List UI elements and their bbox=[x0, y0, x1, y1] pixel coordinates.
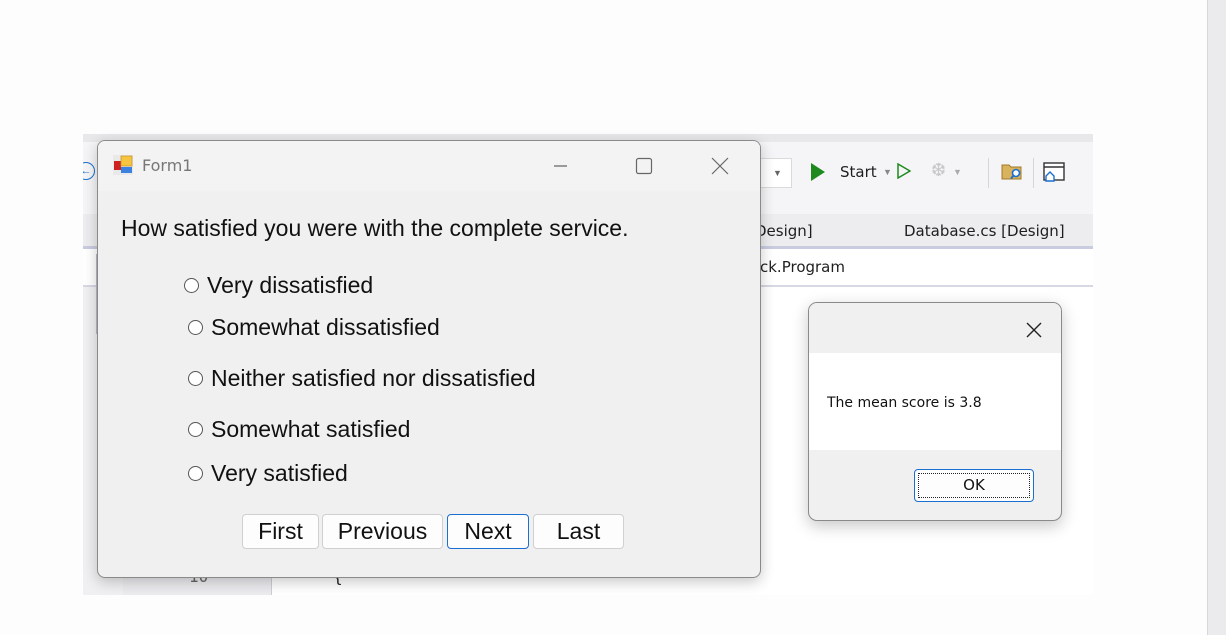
message-text: The mean score is 3.8 bbox=[827, 395, 982, 411]
toolbar-separator bbox=[1033, 158, 1034, 188]
previous-button[interactable]: Previous bbox=[322, 514, 443, 549]
first-button[interactable]: First bbox=[242, 514, 319, 549]
message-box-body: The mean score is 3.8 bbox=[809, 353, 1061, 450]
radio-button[interactable] bbox=[188, 466, 203, 481]
start-without-debugging-icon[interactable] bbox=[897, 163, 911, 179]
radio-very-satisfied[interactable]: Very satisfied bbox=[188, 460, 348, 487]
close-icon[interactable] bbox=[1019, 315, 1049, 345]
radio-somewhat-dissatisfied[interactable]: Somewhat dissatisfied bbox=[188, 314, 440, 341]
next-button[interactable]: Next bbox=[447, 514, 529, 549]
radio-label: Very satisfied bbox=[211, 460, 348, 486]
close-icon[interactable] bbox=[696, 149, 742, 181]
ok-button-label: OK bbox=[918, 473, 1030, 498]
radio-label: Very dissatisfied bbox=[207, 272, 374, 298]
radio-button[interactable] bbox=[188, 320, 203, 335]
maximize-icon[interactable] bbox=[620, 149, 666, 181]
navigation-member[interactable]: ck.Program bbox=[760, 258, 845, 276]
radio-button[interactable] bbox=[188, 422, 203, 437]
radio-button[interactable] bbox=[184, 278, 199, 293]
radio-button[interactable] bbox=[188, 371, 203, 386]
hot-reload-icon[interactable]: ❆ bbox=[931, 160, 946, 181]
tab-design[interactable]: Design] bbox=[755, 222, 813, 240]
form1-window: Form1 How satisfied you were with the co… bbox=[97, 140, 761, 578]
window-home-icon[interactable] bbox=[1043, 162, 1065, 182]
radio-label: Somewhat dissatisfied bbox=[211, 314, 440, 340]
message-box: The mean score is 3.8 OK bbox=[808, 302, 1062, 521]
radio-neither[interactable]: Neither satisfied nor dissatisfied bbox=[188, 365, 536, 392]
minimize-icon[interactable] bbox=[537, 149, 583, 181]
ok-button[interactable]: OK bbox=[914, 469, 1034, 502]
last-button[interactable]: Last bbox=[533, 514, 624, 549]
folder-search-icon[interactable] bbox=[1001, 163, 1023, 180]
radio-somewhat-satisfied[interactable]: Somewhat satisfied bbox=[188, 416, 410, 443]
start-icon[interactable] bbox=[811, 163, 825, 181]
radio-label: Somewhat satisfied bbox=[211, 416, 411, 442]
app-form-icon bbox=[113, 155, 133, 175]
question-label: How satisfied you were with the complete… bbox=[121, 215, 629, 241]
hot-reload-dropdown-icon[interactable]: ▼ bbox=[953, 167, 962, 177]
scrollbar-strip bbox=[1207, 0, 1226, 635]
tab-database-design[interactable]: Database.cs [Design] bbox=[904, 222, 1065, 240]
toolbar-separator bbox=[988, 158, 989, 188]
form1-title: Form1 bbox=[142, 156, 193, 175]
start-dropdown-icon[interactable]: ▼ bbox=[883, 167, 892, 177]
start-button-label[interactable]: Start bbox=[840, 163, 877, 181]
chevron-down-icon[interactable]: ▼ bbox=[773, 168, 782, 178]
radio-very-dissatisfied[interactable]: Very dissatisfied bbox=[184, 272, 373, 299]
radio-label: Neither satisfied nor dissatisfied bbox=[211, 365, 536, 391]
